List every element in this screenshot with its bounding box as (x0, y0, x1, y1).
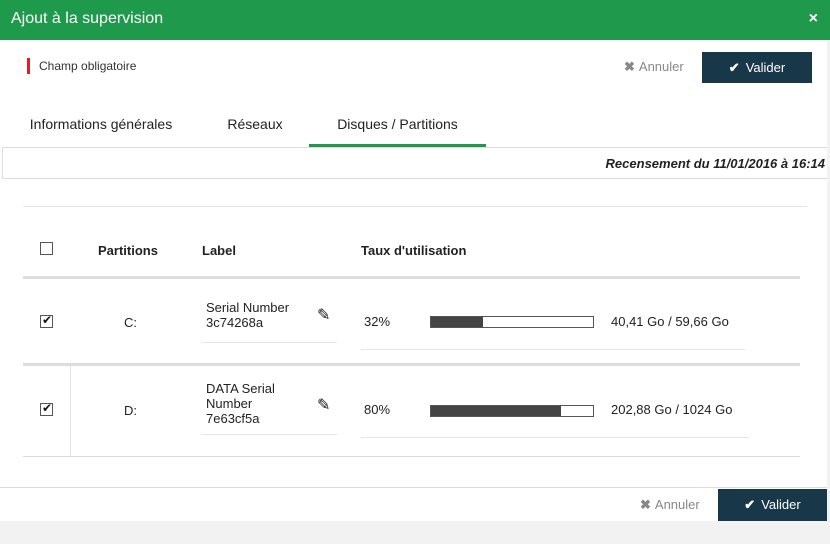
column-header-usage: Taux d'utilisation (361, 243, 467, 258)
cancel-button-top[interactable]: ✖ Annuler (624, 59, 684, 75)
column-divider (70, 366, 71, 457)
row-checkbox-d[interactable] (40, 401, 53, 416)
edit-pencil-icon[interactable]: ✎ (317, 305, 330, 325)
usage-progress-bar (430, 316, 594, 328)
header-divider (23, 276, 800, 279)
label-underline (202, 342, 337, 343)
partition-name: D: (124, 403, 137, 418)
column-header-partitions: Partitions (98, 243, 158, 258)
edit-pencil-icon[interactable]: ✎ (317, 395, 330, 415)
usage-underline (361, 437, 749, 438)
usage-size: 202,88 Go / 1024 Go (611, 402, 733, 417)
usage-size: 40,41 Go / 59,66 Go (611, 314, 729, 329)
page-footer-area (0, 521, 830, 544)
check-icon: ✔ (744, 497, 756, 512)
tab-general-info[interactable]: Informations générales (16, 106, 186, 147)
usage-percent: 32% (364, 314, 391, 329)
usage-percent: 80% (364, 402, 391, 417)
footer-divider (0, 487, 827, 488)
check-icon: ✔ (728, 60, 740, 75)
partition-name: C: (124, 315, 137, 330)
cancel-button-bottom[interactable]: ✖ Annuler (640, 497, 700, 513)
required-field-note: Champ obligatoire (27, 58, 136, 74)
table-bottom-divider (23, 456, 800, 457)
tab-bar: Informations générales Réseaux Disques /… (0, 106, 827, 147)
validate-button-top[interactable]: ✔ Valider (702, 52, 812, 83)
tab-networks[interactable]: Réseaux (210, 106, 300, 147)
usage-progress-bar (430, 405, 594, 417)
dialog-body: Champ obligatoire ✖ Annuler ✔ Valider Info… (0, 40, 827, 521)
census-date: Recensement du 11/01/2016 à 16:14 (2, 147, 827, 179)
label-underline (202, 434, 337, 435)
row-checkbox-c[interactable] (40, 313, 53, 328)
partition-label: Serial Number 3c74268a (206, 300, 290, 330)
column-header-label: Label (202, 243, 236, 258)
dialog-title: Ajout à la supervision (11, 10, 164, 27)
row-divider (23, 363, 800, 366)
tab-disks-partitions[interactable]: Disques / Partitions (309, 106, 486, 147)
validate-button-bottom[interactable]: ✔ Valider (718, 489, 827, 521)
partition-label: DATA Serial Number 7e63cf5a (206, 381, 275, 426)
dialog-titlebar: Ajout à la supervision × (0, 0, 830, 40)
select-all-checkbox[interactable] (40, 242, 53, 255)
usage-progress-fill (431, 406, 561, 416)
table-top-divider (23, 206, 807, 207)
usage-progress-fill (431, 317, 483, 327)
cancel-x-icon: ✖ (624, 59, 635, 74)
close-icon[interactable]: × (809, 10, 818, 28)
usage-underline (361, 349, 745, 350)
cancel-x-icon: ✖ (640, 497, 651, 512)
